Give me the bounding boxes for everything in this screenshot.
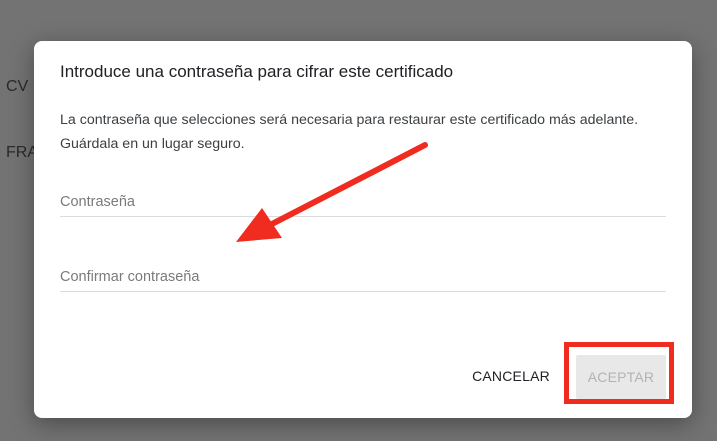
password-placeholder: Contraseña	[60, 194, 135, 210]
password-field[interactable]: Contraseña	[60, 184, 666, 217]
confirm-password-field[interactable]: Confirmar contraseña	[60, 259, 666, 292]
dialog-title: Introduce una contraseña para cifrar est…	[60, 62, 454, 81]
cancel-button[interactable]: CANCELAR	[464, 359, 558, 393]
background-partial-text: CV	[6, 78, 29, 95]
dialog-description: La contraseña que selecciones será neces…	[60, 112, 639, 152]
accept-button[interactable]: ACEPTAR	[576, 355, 666, 399]
encrypt-certificate-dialog: Introduce una contraseña para cifrar est…	[34, 41, 692, 418]
confirm-password-placeholder: Confirmar contraseña	[60, 269, 200, 285]
